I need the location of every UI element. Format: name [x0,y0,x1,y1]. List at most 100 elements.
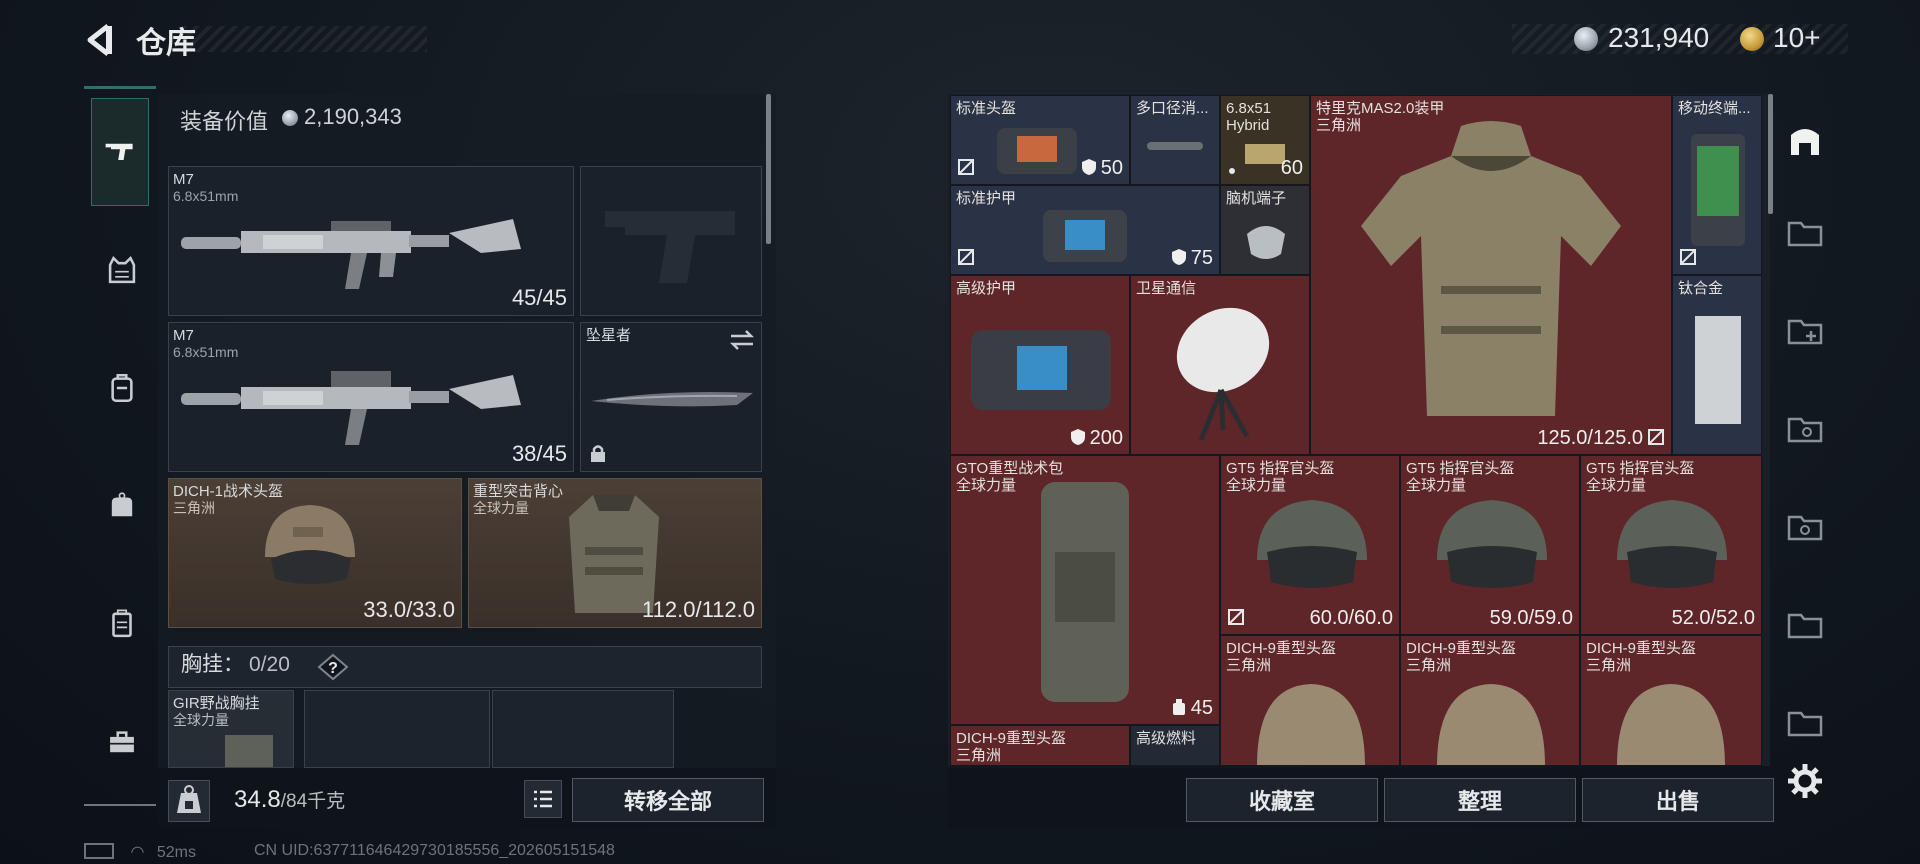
item-name: 卫星通信 [1136,280,1197,297]
item-name: DICH-9重型头盔 [1406,640,1517,657]
list-view-button[interactable] [524,780,562,818]
unlocked-icon [1228,609,1244,625]
storage-item[interactable]: 卫星通信 [1130,275,1310,455]
weapon-ammo: 45/45 [511,285,567,310]
mobile-terminal-image [1691,134,1745,246]
storage-item[interactable]: DICH-9重型头盔 三角洲 [950,725,1130,766]
list-icon [534,790,552,808]
item-faction: 三角洲 [1406,657,1452,674]
weight-button[interactable] [168,780,210,822]
ping-value: 52ms [156,844,196,861]
rifle-image [181,371,521,445]
melee-name: 坠星者 [586,327,632,344]
storage-tab-5[interactable] [1782,602,1828,648]
storage-item[interactable]: 高级燃料 [1130,725,1220,766]
storage-item[interactable]: 特里克MAS2.0装甲 三角洲 125.0/125.0 [1310,95,1672,455]
armor-durability: 112.0/112.0 [642,597,755,622]
storage-scrollbar[interactable] [1768,94,1773,214]
item-faction: 三角洲 [956,747,1002,764]
storage-item[interactable]: GTO重型战术包 全球力量 45 [950,455,1220,725]
armor-faction: 全球力量 [473,500,529,516]
sell-button[interactable]: 出售 [1582,778,1774,822]
weight-readout: 34.8/84千克 [234,786,345,814]
page-title: 仓库 [136,27,196,60]
chest-rig-slot-1[interactable]: GIR野战胸挂 全球力量 [168,690,294,768]
helmet-durability: 33.0/33.0 [363,597,455,622]
storage-item[interactable]: 6.8x51 Hybrid 60 [1220,95,1310,185]
armor-bag-image [1043,210,1127,262]
folder-tag-icon [1787,613,1823,639]
melee-slot[interactable]: 坠星者 [580,322,762,472]
storage-item[interactable]: DICH-9重型头盔 三角洲 [1400,635,1580,766]
storage-item[interactable]: GT5 指挥官头盔 全球力量 52.0/52.0 [1580,455,1762,635]
money-amount: 231,940 [1608,22,1710,53]
settings-button[interactable] [1782,758,1828,804]
storage-tab-6[interactable] [1782,700,1828,746]
collection-room-button[interactable]: 收藏室 [1186,778,1378,822]
chest-rig-slot-3[interactable] [492,690,674,768]
nav-backpack-tab[interactable] [92,358,152,418]
storage-item[interactable]: 标准头盔 50 [950,95,1130,185]
primary-weapon-slot-2[interactable]: M7 6.8x51mm 38/45 [168,322,574,472]
armor-slot[interactable]: 重型突击背心 全球力量 112.0/112.0 [468,478,762,628]
storage-tab-3[interactable] [1782,406,1828,452]
storage-item[interactable]: GT5 指挥官头盔 全球力量 59.0/59.0 [1400,455,1580,635]
chest-rig-slot-2[interactable] [304,690,490,768]
unlocked-icon [1648,429,1664,445]
shield-icon [1171,249,1186,265]
primary-weapon-slot-1[interactable]: M7 6.8x51mm 45/45 [168,166,574,316]
nav-bag-tab[interactable] [92,476,152,536]
secondary-weapon-slot[interactable] [580,166,762,316]
storage-item[interactable]: DICH-9重型头盔 三角洲 [1220,635,1400,766]
helmet-bag-image [997,128,1077,174]
token-amount[interactable]: 10+ [1773,22,1821,54]
storage-item[interactable]: 高级护甲 200 [950,275,1130,455]
folder-gear-icon [1787,515,1823,541]
item-value: 200 [1089,427,1123,449]
weight-value: 34.8 [234,786,281,813]
helmet-slot[interactable]: DICH-1战术头盔 三角洲 33.0/33.0 [168,478,462,628]
title-decoration [182,26,427,52]
item-name: DICH-9重型头盔 [1226,640,1337,657]
safe-tab[interactable] [1782,118,1828,164]
storage-item[interactable]: 多口径消... [1130,95,1220,185]
storage-item[interactable]: GT5 指挥官头盔 全球力量 60.0/60.0 [1220,455,1400,635]
titanium-ingot-image [1695,316,1741,424]
transfer-all-button[interactable]: 转移全部 [572,778,764,822]
item-name-line2: Hybrid [1226,117,1270,134]
weapon-ammo: 38/45 [511,441,567,466]
unlocked-icon [958,159,974,175]
equipment-scrollbar[interactable] [766,94,771,244]
storage-item[interactable]: 标准护甲 75 [950,185,1220,275]
organize-button[interactable]: 整理 [1384,778,1576,822]
nav-toolbox-tab[interactable] [92,712,152,772]
storage-item[interactable]: DICH-9重型头盔 三角洲 [1580,635,1762,766]
heavy-helmet-image [1617,684,1725,765]
item-value: 60 [1280,157,1303,179]
nav-vest-tab[interactable] [92,240,152,300]
storage-tab-2[interactable] [1782,308,1828,354]
storage-item[interactable]: 脑机端子 [1220,185,1310,275]
chest-rig-label: 胸挂： [181,653,244,676]
nav-case-tab[interactable] [92,594,152,654]
swap-icon[interactable] [729,329,755,351]
item-name: 脑机端子 [1226,190,1287,207]
heavy-helmet-image [1257,684,1365,765]
nav-weapons-tab[interactable] [91,98,149,206]
commander-helmet-image [1437,500,1547,588]
back-arrow-icon[interactable] [82,22,118,58]
heavy-helmet-image [1437,684,1545,765]
item-name: 高级护甲 [956,280,1017,297]
item-name: 移动终端... [1678,100,1751,117]
item-name: 标准护甲 [956,190,1017,207]
help-icon[interactable]: ? [317,653,349,681]
case-icon [112,609,132,638]
item-name: 6.8x51 [1226,100,1272,117]
equipment-value-label: 装备价值 [180,109,269,134]
item-name: DICH-9重型头盔 [956,730,1067,747]
storage-tab-1[interactable] [1782,210,1828,256]
storage-tab-4[interactable] [1782,504,1828,550]
shield-icon [1081,159,1096,175]
storage-item[interactable]: 移动终端... [1672,95,1762,275]
storage-item[interactable]: 钛合金 [1672,275,1762,455]
